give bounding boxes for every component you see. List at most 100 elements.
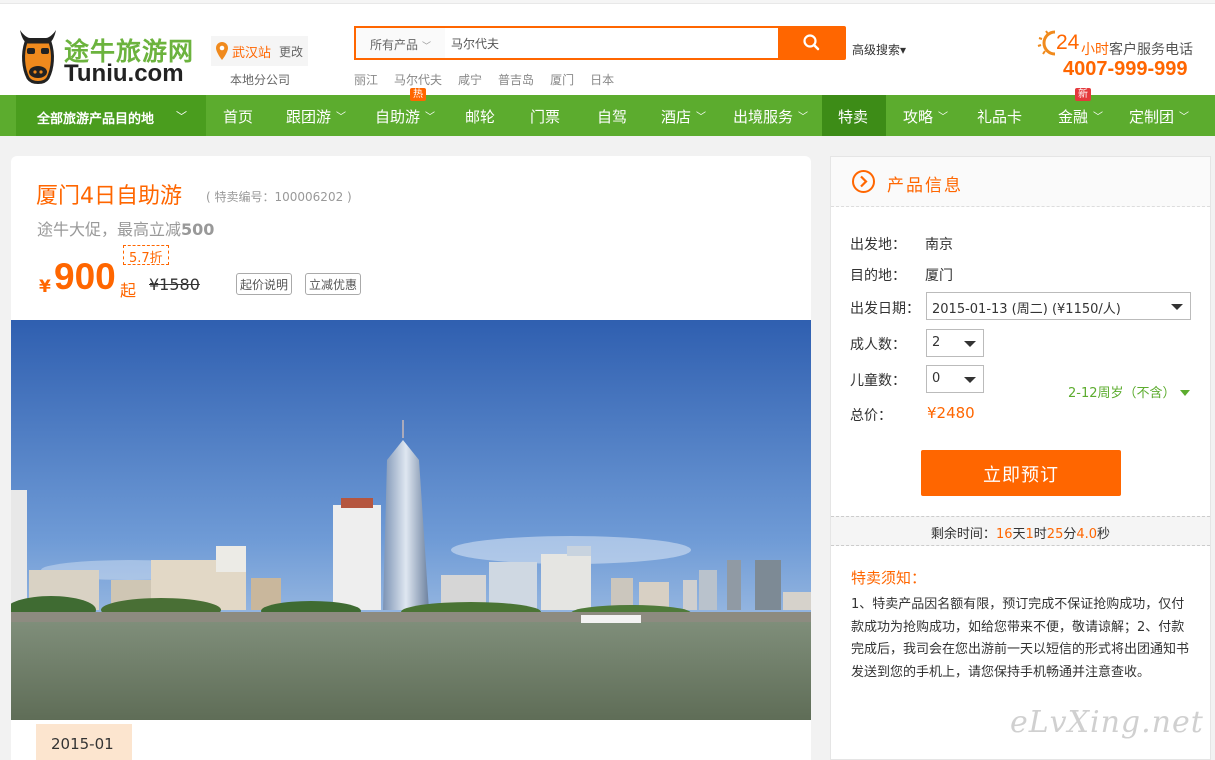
service-hours: 小时: [1081, 42, 1109, 58]
date-tab[interactable]: 2015-01: [36, 724, 132, 760]
nav-hotel[interactable]: 酒店 ﹀: [661, 95, 706, 136]
logo-english: Tuniu.com: [64, 60, 184, 87]
location-pin-icon: [216, 42, 228, 60]
product-code: ( 特卖编号：100006202 ): [206, 190, 352, 204]
main-nav: 全部旅游产品目的地 ﹀ 首页 跟团游 ﹀ 热 自助游 ﹀ 邮轮 门票 自驾 酒店 ﹀ …: [0, 88, 1215, 136]
total-label: 总价：: [850, 408, 892, 424]
city-name: 武汉站: [232, 46, 272, 61]
hot-badge: 热: [410, 88, 426, 101]
chevron-down-icon: ﹀: [422, 42, 432, 52]
cow-logo-icon: [20, 30, 56, 84]
nav-custom-tour[interactable]: 定制团 ﹀: [1129, 95, 1189, 136]
nav-label: 门票: [530, 108, 561, 126]
nav-group-tour[interactable]: 跟团游 ﹀: [286, 95, 346, 136]
nav-finance[interactable]: 新 金融 ﹀: [1058, 88, 1104, 136]
adults-value: 2: [932, 335, 941, 350]
dropdown-arrow-icon: [964, 377, 976, 383]
countdown-hours-unit: 时: [1033, 527, 1047, 542]
hot-word[interactable]: 丽江: [354, 73, 378, 87]
dest-label: 目的地：: [850, 268, 906, 284]
instant-discount-button[interactable]: 立减优惠: [305, 273, 362, 295]
nav-label: 首页: [223, 108, 254, 126]
price-note-button[interactable]: 起价说明: [236, 273, 293, 295]
nav-outbound-service[interactable]: 出境服务 ﹀: [733, 95, 808, 136]
discount-badge: 5.7折: [123, 245, 169, 266]
service-24: 24: [1056, 31, 1080, 54]
countdown-seconds: 4.0: [1076, 527, 1098, 542]
hot-word[interactable]: 普吉岛: [498, 73, 534, 87]
circle-arrow-right-icon: [852, 170, 875, 193]
dropdown-arrow-icon: [964, 341, 976, 347]
city-selector[interactable]: 武汉站 更改: [211, 36, 308, 66]
chevron-down-icon: ﹀: [1093, 112, 1104, 123]
city-change-link[interactable]: 更改: [279, 43, 303, 60]
date-label: 出发日期：: [850, 301, 920, 317]
search-button[interactable]: [778, 26, 846, 60]
hero-photo: [11, 320, 811, 720]
hot-search-words: 丽江 马尔代夫 咸宁 普吉岛 厦门 日本: [354, 71, 630, 88]
chevron-down-icon: ﹀: [176, 110, 187, 123]
nav-label: 邮轮: [465, 108, 496, 126]
nav-special-sale[interactable]: 特卖: [822, 95, 886, 136]
site-logo[interactable]: 途牛旅游网 Tuniu.com: [16, 24, 206, 88]
product-info-panel: 产品信息 出发地： 南京 目的地： 厦门 出发日期： 2015-01-13 (周…: [830, 156, 1211, 760]
nav-cruise[interactable]: 邮轮: [465, 95, 495, 136]
nav-label: 金融: [1058, 108, 1089, 126]
children-label: 儿童数：: [850, 373, 906, 389]
children-select[interactable]: 0: [926, 365, 984, 393]
info-panel-header: 产品信息: [831, 157, 1210, 207]
search-scope-dropdown[interactable]: 所有产品 ﹀: [354, 26, 446, 60]
advanced-search-link[interactable]: 高级搜索▾: [852, 41, 906, 58]
site-header: 途牛旅游网 Tuniu.com 武汉站 更改 本地分公司 所有产品﹀ 高级搜索▾…: [0, 4, 1215, 95]
notice-title: 特卖须知：: [851, 569, 927, 587]
chevron-down-icon: ﹀: [1179, 112, 1190, 123]
departure-date-value: 2015-01-13 (周二) (¥1150/人): [932, 302, 1121, 317]
hot-word[interactable]: 咸宁: [458, 73, 482, 87]
nav-label: 特卖: [838, 108, 869, 126]
chevron-down-icon: ﹀: [696, 112, 707, 123]
service-label: 客户服务电话: [1109, 42, 1193, 58]
watermark: eLvXing.net: [1010, 705, 1204, 740]
nav-label: 自驾: [597, 108, 628, 126]
chevron-down-icon: ﹀: [425, 112, 436, 123]
countdown-timer: 剩余时间：16天1时25分4.0秒: [831, 516, 1210, 546]
all-destinations-menu[interactable]: 全部旅游产品目的地 ﹀: [16, 95, 206, 136]
countdown-days-unit: 天: [1012, 527, 1026, 542]
hot-word[interactable]: 马尔代夫: [394, 73, 442, 87]
new-badge: 新: [1075, 88, 1091, 101]
hot-word[interactable]: 日本: [590, 73, 614, 87]
nav-label: 攻略: [903, 108, 934, 126]
nav-self-guided[interactable]: 热 自助游 ﹀: [375, 88, 436, 136]
nav-label: 酒店: [661, 108, 692, 126]
book-now-button[interactable]: 立即预订: [921, 450, 1121, 496]
nav-self-drive[interactable]: 自驾: [597, 95, 627, 136]
local-branch-link[interactable]: 本地分公司: [230, 71, 290, 88]
product-title: 厦门4日自助游: [36, 184, 182, 209]
adults-label: 成人数：: [850, 337, 906, 353]
adults-select[interactable]: 2: [926, 329, 984, 357]
all-destinations-label: 全部旅游产品目的地: [37, 112, 155, 127]
chevron-down-icon: ﹀: [336, 112, 347, 123]
notice-body: 1、特卖产品因名额有限，预订完成不保证抢购成功，仅付款成功为抢购成功，如给您带来…: [851, 597, 1190, 680]
nav-gift-card[interactable]: 礼品卡: [977, 95, 1022, 136]
countdown-minutes-unit: 分: [1063, 527, 1077, 542]
nav-label: 定制团: [1129, 108, 1175, 126]
departure-date-select[interactable]: 2015-01-13 (周二) (¥1150/人): [926, 292, 1191, 320]
nav-label: 出境服务: [733, 108, 794, 126]
child-age-note[interactable]: 2-12周岁（不含）: [1068, 382, 1190, 401]
dropdown-arrow-icon: [1171, 304, 1183, 310]
depart-value: 南京: [925, 237, 953, 253]
nav-home[interactable]: 首页: [223, 95, 253, 136]
countdown-seconds-unit: 秒: [1097, 527, 1111, 542]
child-age-label: 2-12周岁（不含）: [1068, 386, 1176, 401]
nav-guides[interactable]: 攻略 ﹀: [903, 95, 948, 136]
hot-word[interactable]: 厦门: [550, 73, 574, 87]
chevron-down-icon: ﹀: [798, 112, 809, 123]
nav-tickets[interactable]: 门票: [530, 95, 560, 136]
promo-prefix: 途牛大促，最高立减: [37, 220, 182, 239]
search-bar: 所有产品 ﹀: [354, 26, 846, 60]
nav-label: 自助游: [375, 108, 421, 126]
countdown-hours: 1: [1025, 527, 1034, 542]
service-text: 小时客户服务电话: [1081, 39, 1193, 59]
search-input[interactable]: [445, 26, 779, 60]
